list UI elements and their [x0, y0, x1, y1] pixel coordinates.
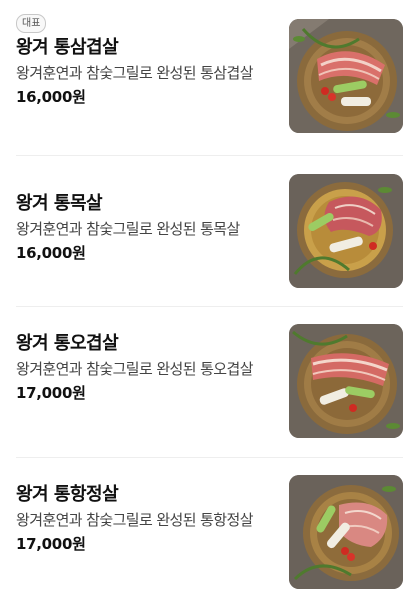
menu-item-tong-samgyeopsal[interactable]: 대표 왕겨 통삼겹살 왕겨훈연과 참숯그릴로 완성된 통삼겹살 16,000원	[0, 0, 416, 156]
menu-item-price: 16,000원	[16, 88, 86, 106]
moksal-photo-image	[289, 174, 403, 288]
signature-badge: 대표	[16, 14, 47, 33]
menu-item-description: 왕겨훈연과 참숯그릴로 완성된 통항정살	[16, 511, 254, 529]
menu-item-tong-hangjeongsal[interactable]: 왕겨 통항정살 왕겨훈연과 참숯그릴로 완성된 통항정살 17,000원	[0, 458, 416, 604]
menu-item-name: 왕겨 통항정살	[16, 484, 119, 505]
hangjeongsal-photo-image	[289, 475, 403, 589]
menu-item-info: 왕겨 통목살 왕겨훈연과 참숯그릴로 완성된 통목살 16,000원	[16, 192, 276, 263]
menu-item-name: 왕겨 통삼겹살	[16, 37, 119, 58]
menu-item-info: 왕겨 통삼겹살 왕겨훈연과 참숯그릴로 완성된 통삼겹살 16,000원	[16, 36, 276, 107]
menu-item-description: 왕겨훈연과 참숯그릴로 완성된 통삼겹살	[16, 64, 254, 82]
menu-item-description: 왕겨훈연과 참숯그릴로 완성된 통목살	[16, 220, 240, 238]
menu-item-info: 왕겨 통항정살 왕겨훈연과 참숯그릴로 완성된 통항정살 17,000원	[16, 483, 276, 554]
menu-item-photo	[289, 174, 403, 288]
menu-item-tong-ogyeopsal[interactable]: 왕겨 통오겹살 왕겨훈연과 참숯그릴로 완성된 통오겹살 17,000원	[0, 307, 416, 458]
menu-item-photo	[289, 475, 403, 589]
ogyeopsal-photo-image	[289, 324, 403, 438]
menu-item-info: 왕겨 통오겹살 왕겨훈연과 참숯그릴로 완성된 통오겹살 17,000원	[16, 332, 276, 403]
samgyeopsal-photo-image	[289, 19, 403, 133]
menu-item-description: 왕겨훈연과 참숯그릴로 완성된 통오겹살	[16, 360, 254, 378]
menu-list: 대표 왕겨 통삼겹살 왕겨훈연과 참숯그릴로 완성된 통삼겹살 16,000원	[0, 0, 416, 604]
menu-item-price: 17,000원	[16, 384, 86, 402]
menu-item-name: 왕겨 통오겹살	[16, 333, 119, 354]
menu-item-photo	[289, 324, 403, 438]
menu-item-price: 17,000원	[16, 535, 86, 553]
menu-item-tong-moksal[interactable]: 왕겨 통목살 왕겨훈연과 참숯그릴로 완성된 통목살 16,000원	[0, 156, 416, 307]
menu-item-price: 16,000원	[16, 244, 86, 262]
menu-item-name: 왕겨 통목살	[16, 193, 103, 214]
menu-item-photo	[289, 19, 403, 133]
